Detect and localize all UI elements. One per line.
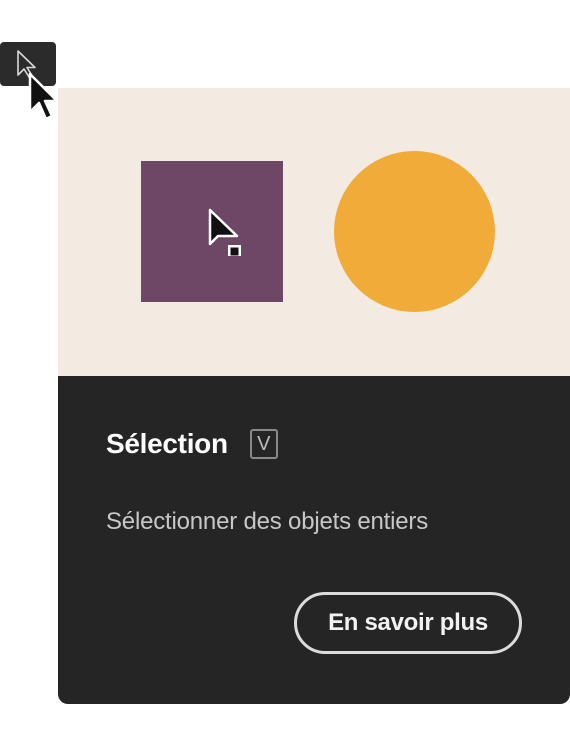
selection-cursor-icon xyxy=(208,208,248,261)
tool-tooltip: Sélection V Sélectionner des objets enti… xyxy=(58,88,570,704)
tooltip-description: Sélectionner des objets entiers xyxy=(106,508,428,535)
illustration-circle xyxy=(334,151,495,312)
shortcut-key-badge: V xyxy=(249,429,278,459)
learn-more-button[interactable]: En savoir plus xyxy=(294,592,522,654)
tooltip-title-row: Sélection V xyxy=(106,428,278,460)
tooltip-title: Sélection xyxy=(106,428,228,459)
mouse-pointer-icon xyxy=(27,72,59,129)
tool-illustration xyxy=(58,88,570,376)
tooltip-info: Sélection V Sélectionner des objets enti… xyxy=(58,376,570,704)
